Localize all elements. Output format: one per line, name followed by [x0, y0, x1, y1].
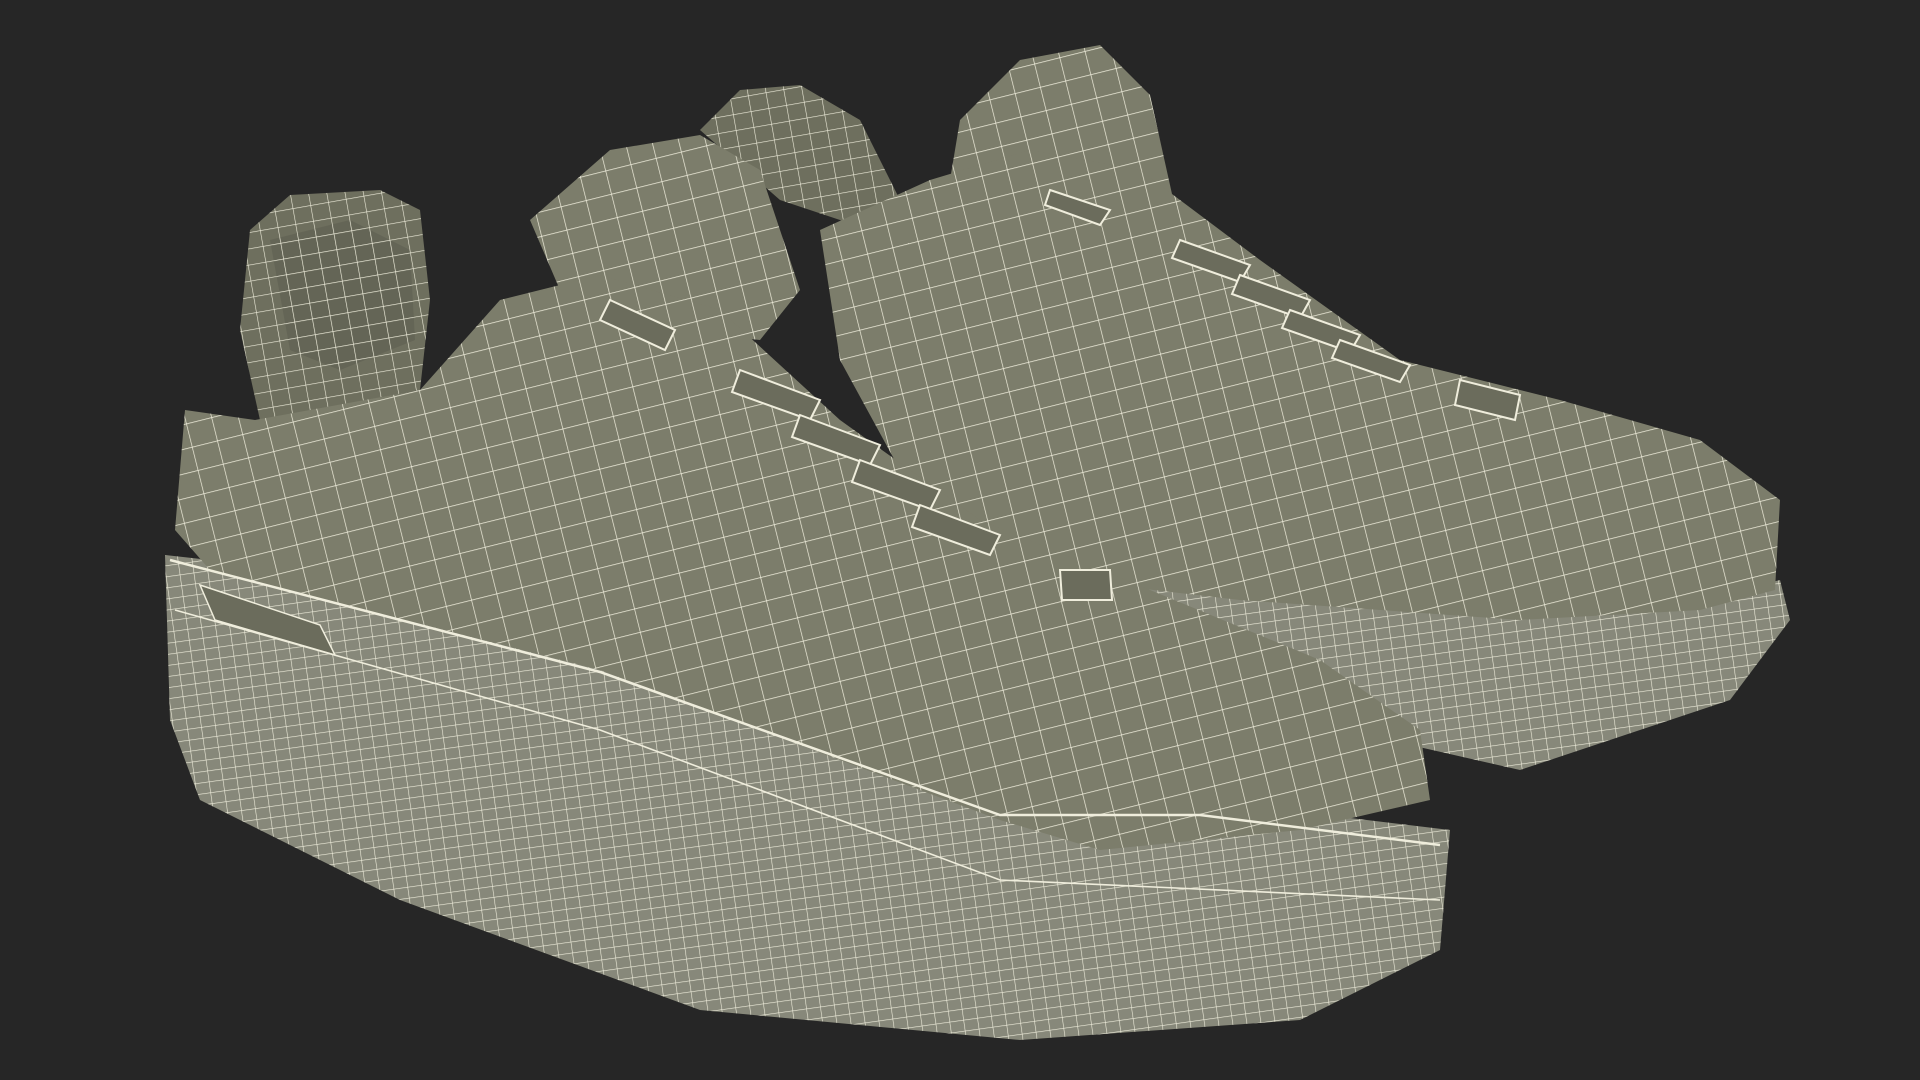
render-viewport: [0, 0, 1920, 1080]
wireframe-render: [165, 45, 1790, 1040]
